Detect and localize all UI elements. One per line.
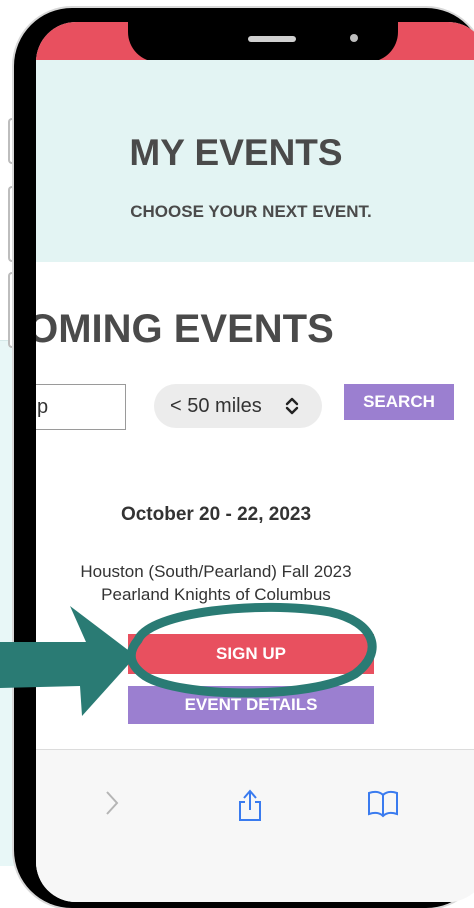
- phone-notch: [128, 22, 398, 62]
- select-arrows-icon: [284, 384, 300, 428]
- section-heading: COMING EVENTS: [36, 307, 334, 351]
- radius-selected-value: < 50 miles: [170, 395, 262, 417]
- event-title: Houston (South/Pearland) Fall 2023: [80, 562, 352, 581]
- share-icon[interactable]: [236, 788, 264, 829]
- hero-banner: MY EVENTS CHOOSE YOUR NEXT EVENT.: [36, 60, 474, 262]
- sign-up-button[interactable]: SIGN UP: [128, 634, 374, 674]
- phone-screen: MY EVENTS CHOOSE YOUR NEXT EVENT. COMING…: [36, 22, 474, 902]
- zip-input[interactable]: p: [36, 384, 126, 430]
- radius-select[interactable]: < 50 miles: [154, 384, 322, 428]
- search-button[interactable]: SEARCH: [344, 384, 454, 420]
- browser-toolbar: [36, 749, 474, 902]
- chevron-right-icon[interactable]: [102, 788, 122, 825]
- page-title: MY EVENTS: [129, 132, 343, 173]
- bookmarks-icon[interactable]: [366, 788, 400, 825]
- event-date: October 20 - 22, 2023: [120, 504, 312, 525]
- page-subtitle: CHOOSE YOUR NEXT EVENT.: [130, 202, 372, 221]
- camera-dot: [350, 34, 358, 42]
- speaker-grille: [248, 36, 296, 42]
- event-details-button[interactable]: EVENT DETAILS: [128, 686, 374, 724]
- event-venue: Pearland Knights of Columbus: [101, 585, 331, 604]
